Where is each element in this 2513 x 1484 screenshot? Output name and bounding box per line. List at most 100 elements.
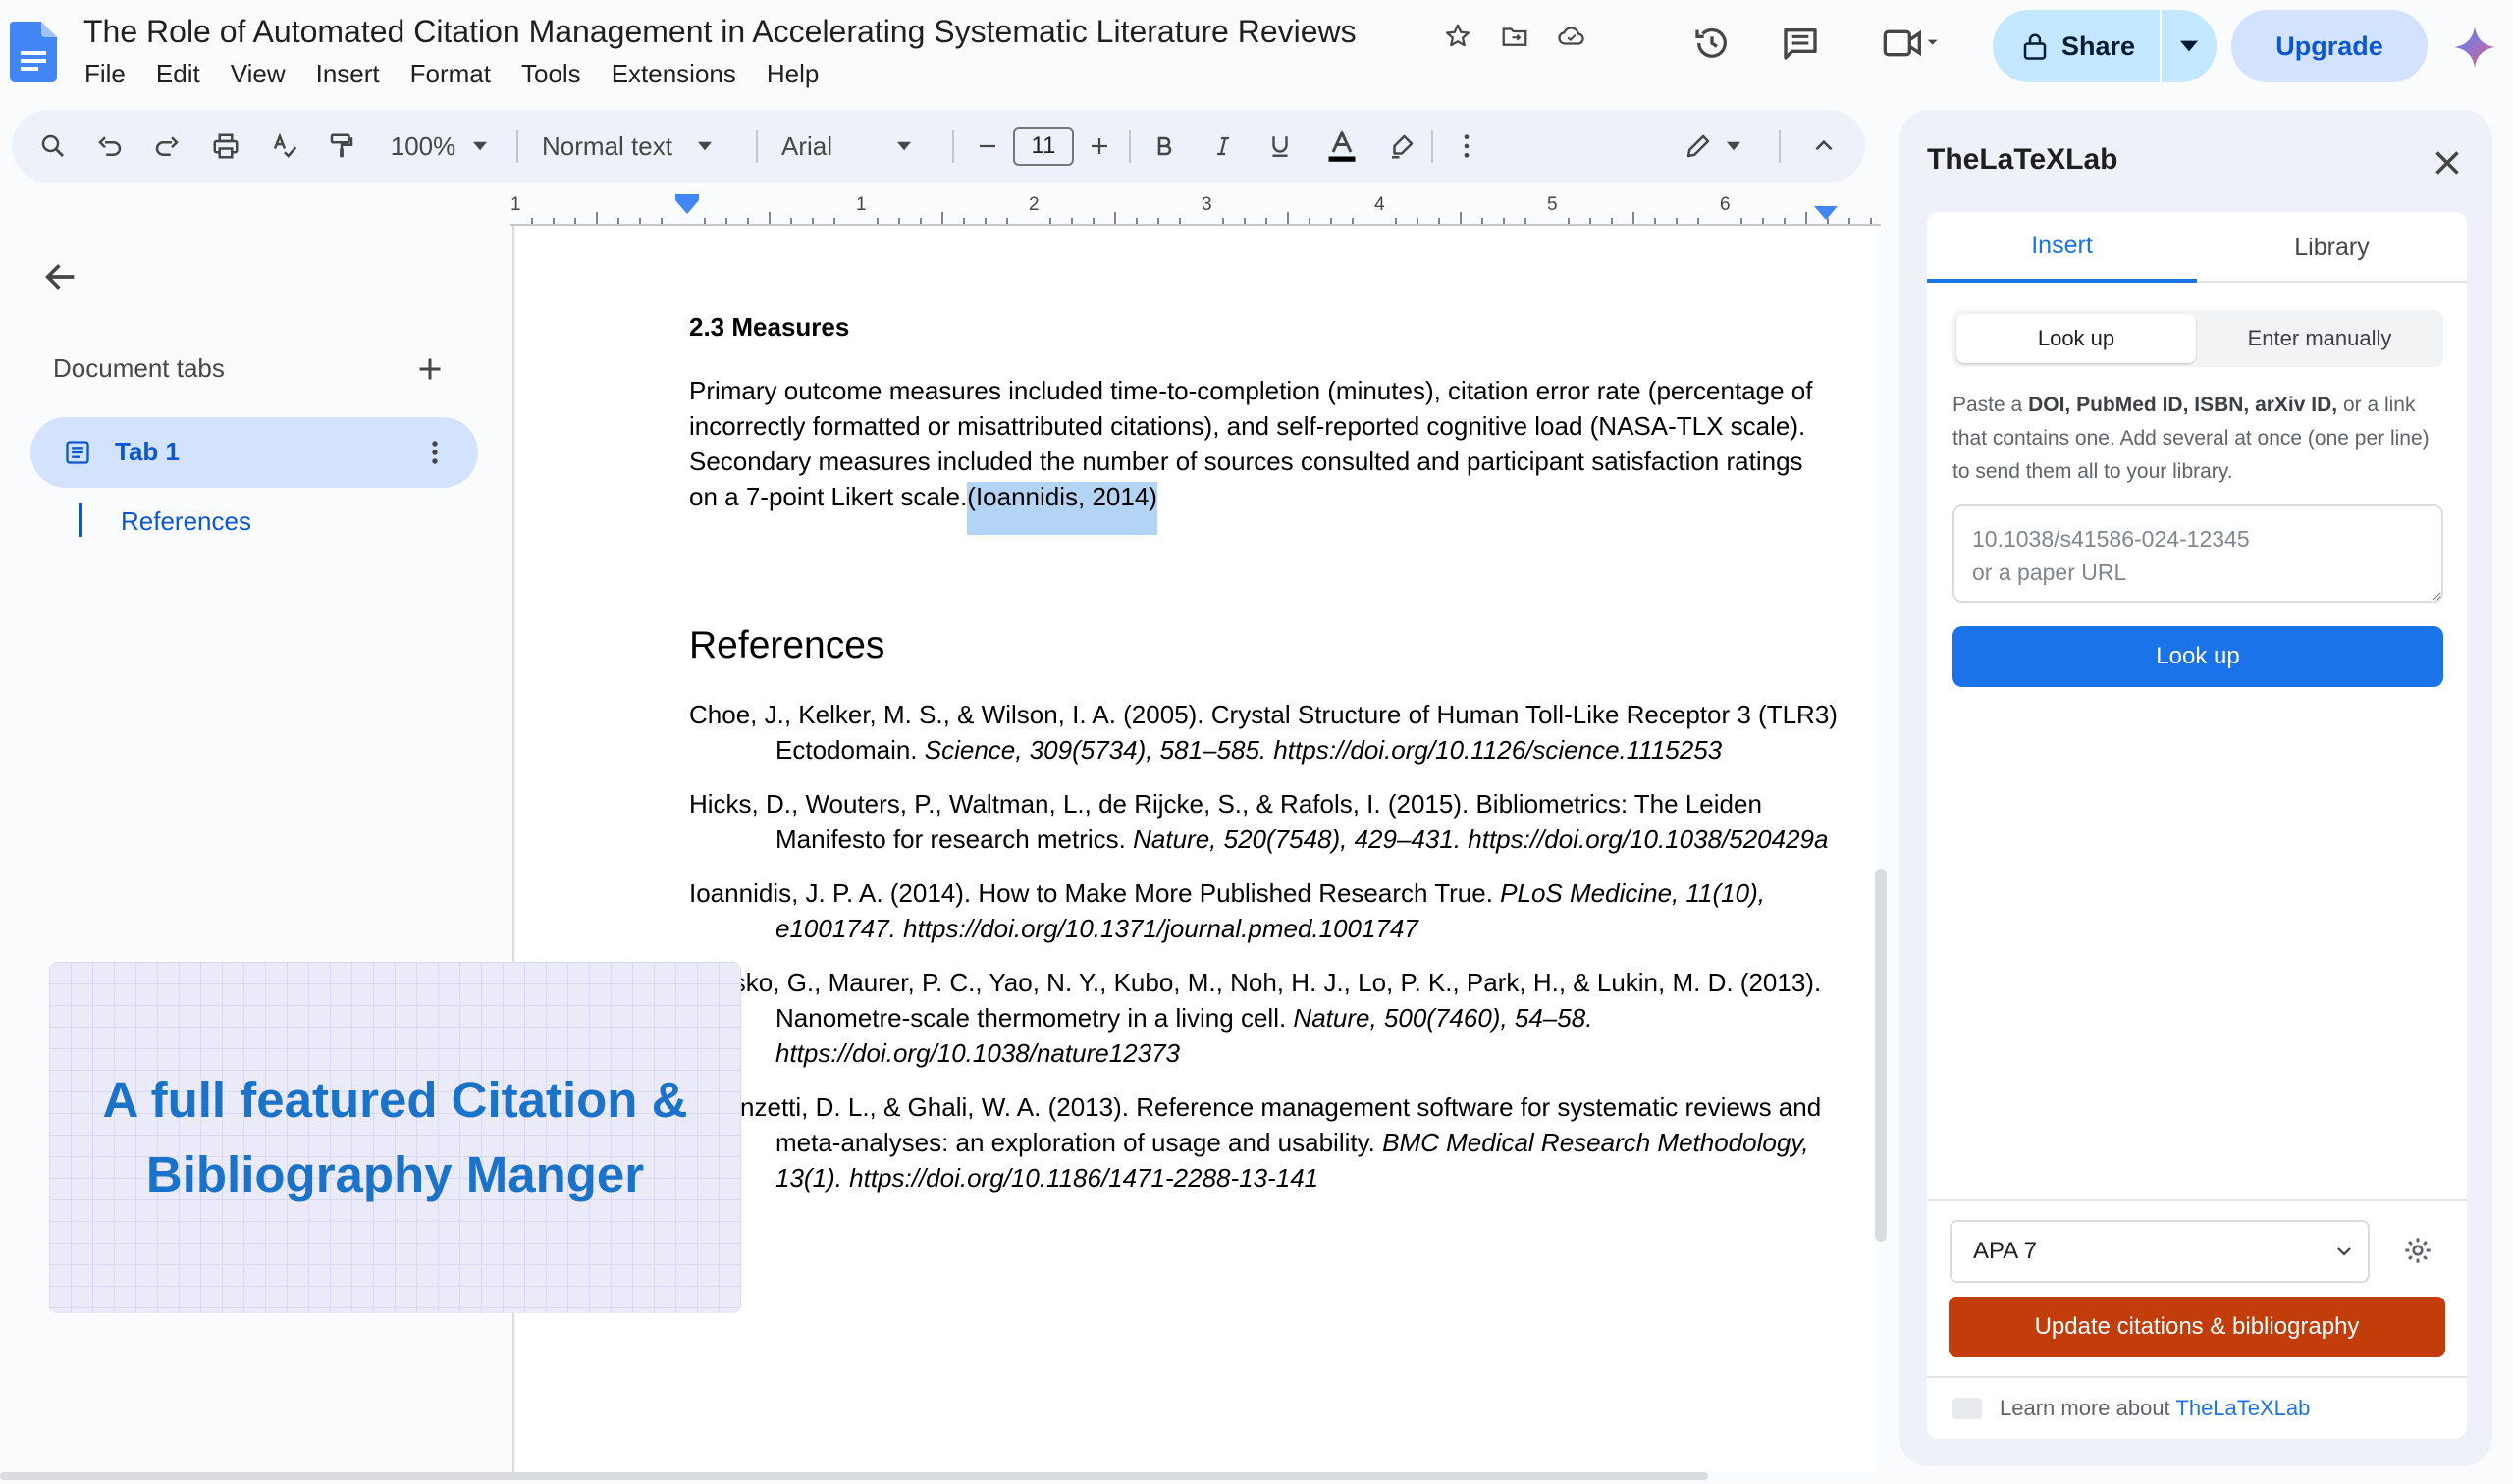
zoom-value: 100%: [390, 131, 456, 161]
font-size-value[interactable]: 11: [1013, 127, 1074, 166]
upgrade-button[interactable]: Upgrade: [2231, 10, 2428, 82]
learn-more-link[interactable]: TheLaTeXLab: [2175, 1396, 2310, 1420]
document-tabs-heading: Document tabs: [53, 353, 225, 383]
ruler-label: 2: [1029, 194, 1040, 215]
redo-icon[interactable]: [147, 110, 187, 183]
add-tab-icon[interactable]: [412, 351, 448, 387]
cloud-saved-icon[interactable]: [1553, 18, 1590, 55]
paragraph: Primary outcome measures included time-t…: [689, 373, 1828, 535]
menu-file[interactable]: File: [84, 59, 126, 89]
caret-down-icon: [697, 141, 712, 151]
ruler-label: 1: [856, 194, 867, 215]
menu-format[interactable]: Format: [410, 59, 491, 89]
bold-icon[interactable]: [1145, 110, 1184, 183]
tab-library[interactable]: Library: [2197, 212, 2467, 283]
ruler-label: 1: [510, 194, 521, 215]
mode-enter-manually[interactable]: Enter manually: [2200, 314, 2439, 363]
text-color-icon[interactable]: [1319, 110, 1364, 183]
paragraph-text: Primary outcome measures included time-t…: [689, 376, 1813, 511]
caret-down-icon: [473, 141, 488, 151]
star-icon[interactable]: [1439, 18, 1476, 55]
caret-down-icon: [1727, 141, 1740, 151]
promo-banner: A full featured Citation & Bibliography …: [49, 962, 741, 1313]
increase-font-size-button[interactable]: [1080, 110, 1119, 183]
paragraph-style-select[interactable]: Normal text: [542, 110, 738, 183]
mode-look-up[interactable]: Look up: [1956, 314, 2196, 363]
reference-entry: Kucsko, G., Maurer, P. C., Yao, N. Y., K…: [689, 968, 1822, 1068]
reference-entry: Lorenzetti, D. L., & Ghali, W. A. (2013)…: [689, 1092, 1822, 1192]
tab-insert[interactable]: Insert: [1927, 212, 2197, 283]
italic-icon[interactable]: [1203, 110, 1243, 183]
font-value: Arial: [781, 131, 833, 161]
lock-icon: [2023, 33, 2047, 60]
editing-mode-select[interactable]: [1673, 110, 1751, 183]
tab-1-label: Tab 1: [115, 437, 180, 466]
gemini-icon[interactable]: [2454, 26, 2495, 68]
reference-entry: Hicks, D., Wouters, P., Waltman, L., de …: [689, 789, 1829, 854]
identifier-input[interactable]: [1952, 504, 2443, 603]
vertical-scrollbar[interactable]: [1875, 869, 1887, 1242]
addon-tabs: Insert Library: [1927, 212, 2467, 283]
spellcheck-icon[interactable]: [265, 110, 304, 183]
docs-logo-icon[interactable]: [10, 22, 57, 82]
hide-menus-icon[interactable]: [1804, 110, 1844, 183]
highlight-color-icon[interactable]: [1382, 110, 1421, 183]
ruler-label: 3: [1202, 194, 1212, 215]
tab-1[interactable]: Tab 1: [30, 417, 478, 488]
horizontal-scrollbar[interactable]: [0, 1472, 1708, 1480]
meet-icon[interactable]: [1877, 22, 1946, 65]
version-history-icon[interactable]: [1690, 22, 1734, 65]
zoom-select[interactable]: 100%: [385, 110, 493, 183]
addon-side-panel: TheLaTeXLab Insert Library Look up Enter…: [1899, 110, 2492, 1466]
menu-edit[interactable]: Edit: [156, 59, 200, 89]
title-bar: The Role of Automated Citation Managemen…: [0, 0, 2513, 103]
menu-extensions[interactable]: Extensions: [612, 59, 736, 89]
update-citations-button[interactable]: Update citations & bibliography: [1949, 1297, 2445, 1357]
addon-title: TheLaTeXLab: [1927, 143, 2118, 176]
look-up-button[interactable]: Look up: [1952, 626, 2443, 687]
share-button[interactable]: Share: [1993, 10, 2217, 82]
thelatexlab-logo-icon: [1952, 1398, 1982, 1419]
undo-icon[interactable]: [90, 110, 130, 183]
caret-down-icon: [897, 141, 912, 151]
share-options-button[interactable]: [2162, 10, 2217, 82]
comments-icon[interactable]: [1779, 22, 1822, 65]
title-icons: [1439, 18, 1590, 55]
references-heading: References: [689, 624, 885, 666]
gear-icon[interactable]: [2402, 1235, 2433, 1266]
print-icon[interactable]: [206, 110, 245, 183]
more-options-icon[interactable]: [1447, 110, 1486, 183]
lookup-instructions: Paste a DOI, PubMed ID, ISBN, arXiv ID, …: [1952, 394, 2430, 483]
outline-item-references[interactable]: References: [121, 506, 251, 537]
menu-help[interactable]: Help: [767, 59, 819, 89]
back-arrow-icon[interactable]: [41, 257, 80, 296]
font-select[interactable]: Arial: [781, 110, 938, 183]
paint-format-icon[interactable]: [322, 110, 361, 183]
ruler[interactable]: 1 1 2 3 4 5 6: [510, 192, 1881, 226]
underline-icon[interactable]: [1260, 110, 1300, 183]
section-heading: 2.3 Measures: [689, 312, 850, 342]
pencil-icon: [1686, 134, 1710, 158]
ruler-ticks: [531, 194, 1872, 224]
share-label: Share: [2061, 30, 2136, 61]
menu-tools[interactable]: Tools: [521, 59, 581, 89]
toolbar: 100% Normal text Arial 11: [12, 110, 1865, 183]
font-size-field[interactable]: 11: [1011, 110, 1076, 183]
search-menus-icon[interactable]: [33, 110, 73, 183]
ruler-label: 6: [1720, 194, 1731, 215]
citation-style-select[interactable]: APA 7: [1950, 1220, 2370, 1283]
close-icon[interactable]: [2430, 145, 2465, 181]
menu-view[interactable]: View: [231, 59, 286, 89]
citation-highlight[interactable]: (Ioannidis, 2014): [967, 482, 1157, 535]
menu-insert[interactable]: Insert: [316, 59, 380, 89]
document-title[interactable]: The Role of Automated Citation Managemen…: [83, 14, 1357, 50]
move-folder-icon[interactable]: [1496, 18, 1533, 55]
paragraph-style-value: Normal text: [542, 131, 672, 161]
document-icon: [66, 441, 89, 464]
citation-style-value: APA 7: [1973, 1238, 2037, 1264]
decrease-font-size-button[interactable]: [968, 110, 1007, 183]
tab-options-icon[interactable]: [417, 435, 453, 470]
share-main[interactable]: Share: [1993, 10, 2160, 82]
reference-entry: Ioannidis, J. P. A. (2014). How to Make …: [689, 878, 1765, 943]
reference-list: Choe, J., Kelker, M. S., & Wilson, I. A.…: [689, 697, 1838, 1214]
